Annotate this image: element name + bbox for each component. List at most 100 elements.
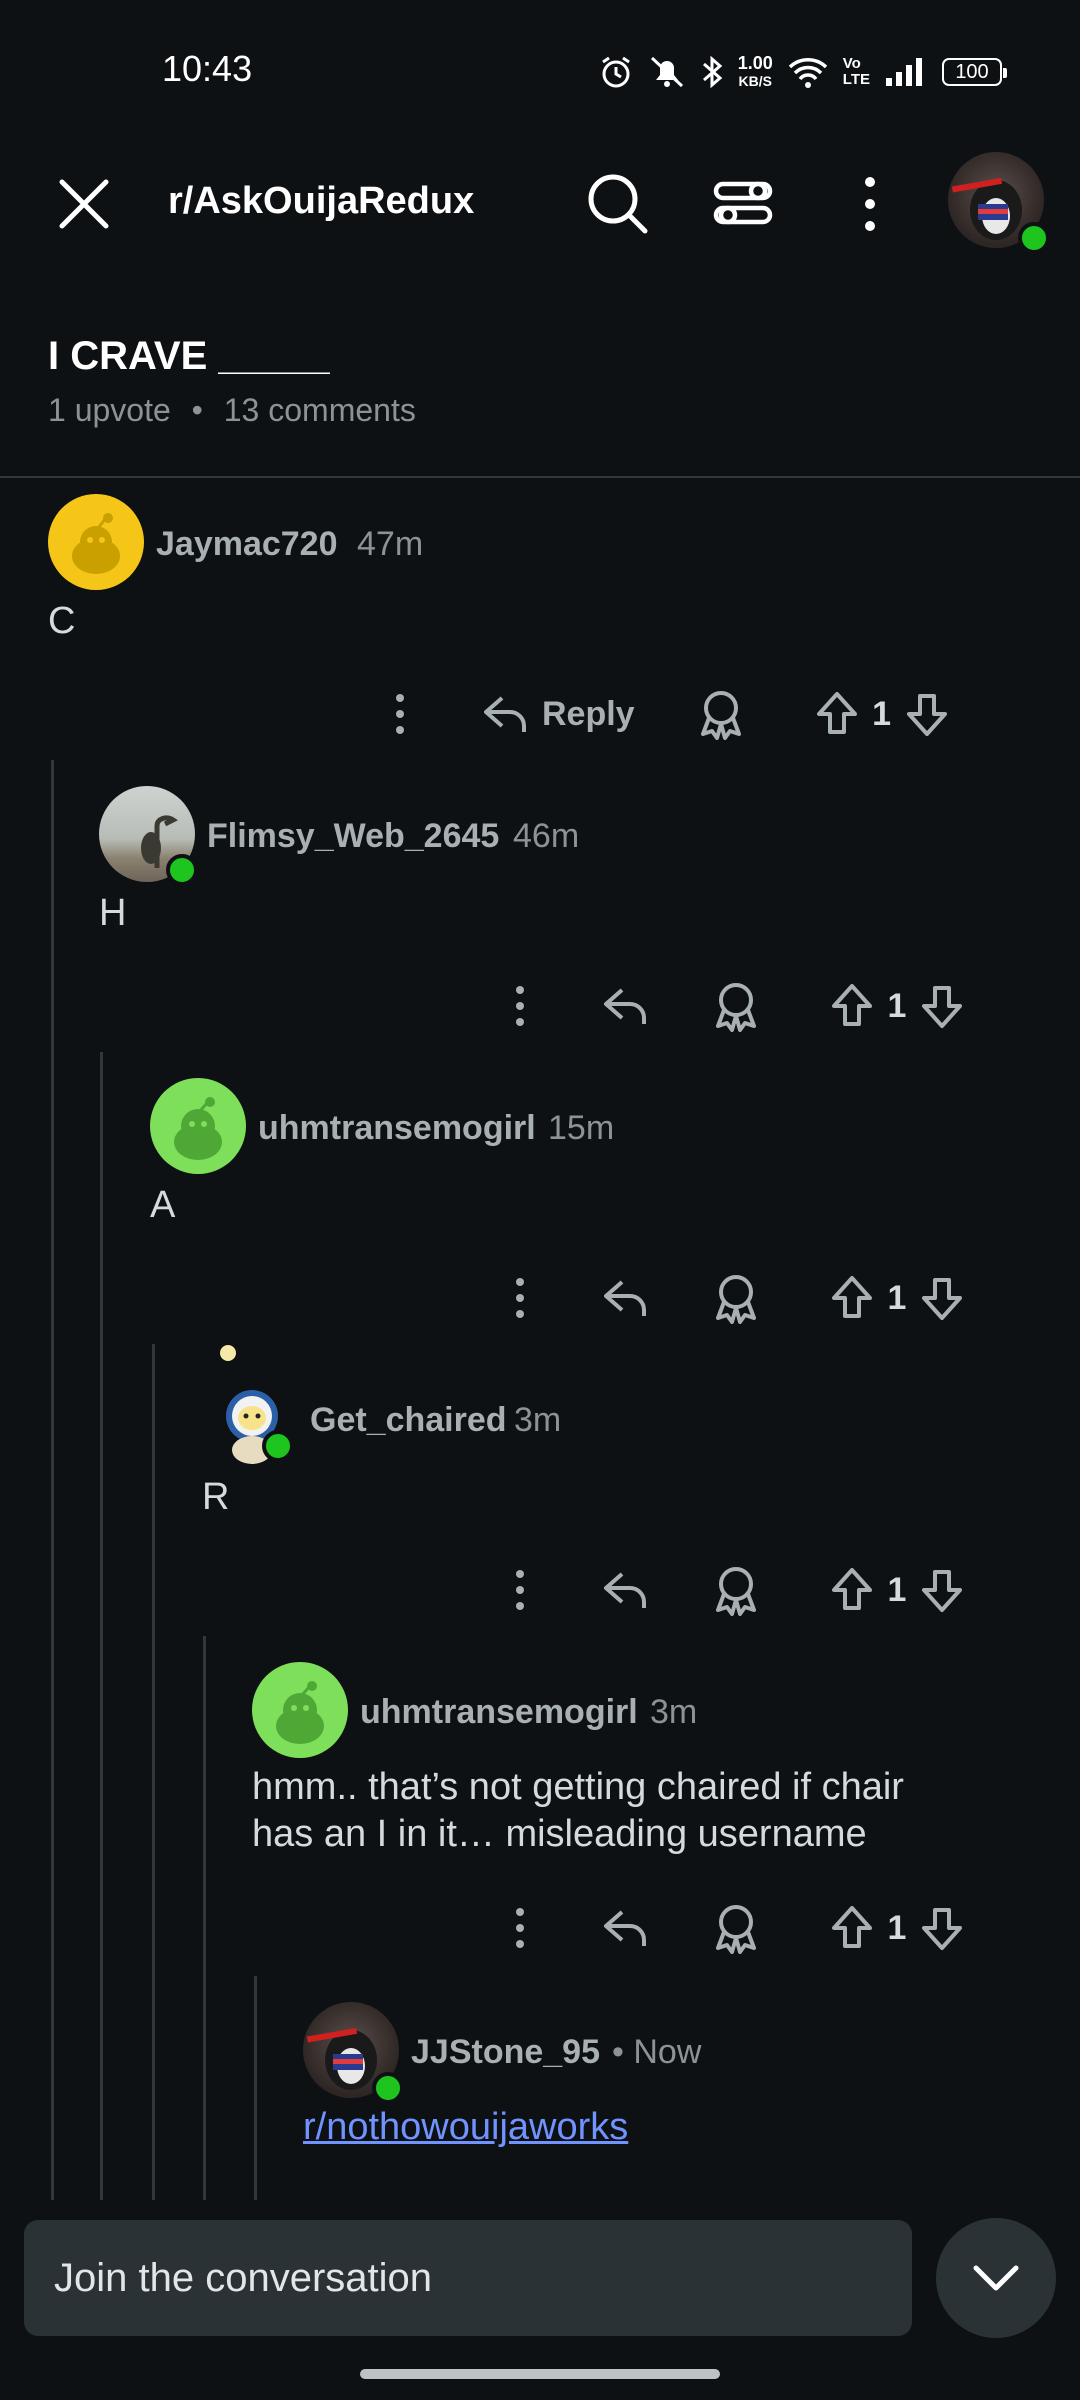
comment-age: 46m [513,817,580,855]
upvote-button[interactable] [828,1566,876,1614]
reply-button[interactable] [602,1904,650,1952]
thread-line [254,1976,257,2200]
comment-actions: 1 [500,1898,966,1958]
award-icon [716,1275,756,1324]
online-status-dot [262,1430,294,1462]
upvote-button[interactable] [828,982,876,1030]
comment-username[interactable]: uhmtransemogirl [360,1693,638,1732]
subreddit-name[interactable]: r/AskOuijaRedux [168,180,474,223]
award-button[interactable] [712,1272,760,1324]
more-vertical-icon [396,694,404,734]
more-options-button[interactable] [850,172,890,236]
downvote-icon [906,694,947,736]
avatar[interactable] [48,494,144,590]
award-button[interactable] [712,1564,760,1616]
upvote-icon [832,1276,872,1318]
thread-line [152,1344,155,2200]
snoo-antenna-decoration [220,1345,236,1361]
upvote-count: 1 upvote [48,392,171,428]
comment-actions: Reply 1 [380,684,951,744]
vote-count: 1 [887,1278,907,1317]
volte-indicator: Vo LTE [842,55,870,88]
upvote-icon [832,1906,872,1948]
reply-button[interactable]: Reply [482,690,635,738]
snoo-avatar-icon [72,513,120,574]
thread-line [51,760,54,2200]
comment-body: C [48,600,76,642]
upvote-button[interactable] [813,690,861,738]
comment-actions: 1 [500,1268,966,1328]
collapse-button[interactable] [936,2218,1056,2338]
reply-icon [604,988,646,1024]
reply-button[interactable] [602,1274,650,1322]
downvote-button[interactable] [918,1566,966,1614]
reply-button[interactable] [602,1566,650,1614]
online-status-dot [1018,222,1050,254]
close-button[interactable] [52,172,116,236]
reply-icon [604,1572,646,1608]
snoo-avatar-icon [276,1681,324,1744]
comment-username[interactable]: Flimsy_Web_2645 [207,817,499,856]
filter-button[interactable] [712,172,776,236]
status-time: 10:43 [162,48,253,89]
online-status-dot [372,2072,404,2104]
downvote-icon [922,1278,962,1320]
upvote-icon [832,984,872,1026]
comment-body: R [202,1476,230,1518]
more-options-button[interactable] [500,1906,540,1950]
downvote-button[interactable] [903,690,951,738]
upvote-icon [832,1568,872,1610]
subreddit-link[interactable]: r/nothowouijaworks [303,2106,628,2149]
search-icon [588,174,648,234]
upvote-button[interactable] [828,1904,876,1952]
alarm-icon [601,56,630,88]
vote-count: 1 [872,694,892,733]
downvote-button[interactable] [918,1274,966,1322]
thread-line [203,1636,206,2200]
downvote-icon [922,1570,962,1612]
mute-icon [650,56,683,88]
comment-username[interactable]: Jaymac720 [156,525,338,564]
downvote-button[interactable] [918,1904,966,1952]
upvote-button[interactable] [828,1274,876,1322]
signal-icon [886,58,922,86]
comment-actions: 1 [500,1560,966,1620]
reply-icon [604,1280,646,1316]
reply-button[interactable] [602,982,650,1030]
comment-age: 3m [650,1693,698,1731]
avatar[interactable] [252,1662,348,1758]
award-button[interactable] [697,688,745,740]
join-conversation-placeholder: Join the conversation [54,2255,433,2300]
more-vertical-icon [516,986,524,1026]
comment-username[interactable]: JJStone_95 [411,2033,600,2072]
comment-body: A [150,1184,176,1226]
more-vertical-icon [516,1278,524,1318]
award-icon [716,1905,756,1954]
wifi-icon [788,58,827,88]
join-conversation-input[interactable]: Join the conversation [24,2220,912,2336]
award-button[interactable] [712,1902,760,1954]
comment-username[interactable]: uhmtransemogirl [258,1109,536,1148]
more-options-button[interactable] [500,1568,540,1612]
thread-line [100,1052,103,2200]
downvote-button[interactable] [918,982,966,1030]
status-bar: 10:43 1.00 KB/S Vo LTE 100 [0,0,1080,140]
chevron-down-icon [973,2265,1019,2291]
net-speed-value: 1.00 [737,53,773,73]
search-button[interactable] [584,170,652,238]
vote-count: 1 [887,1908,907,1947]
filter-icon [713,181,773,225]
avatar[interactable] [150,1078,246,1174]
more-options-button[interactable] [500,984,540,1028]
home-indicator[interactable] [360,2369,720,2379]
vote-count: 1 [887,986,907,1025]
award-icon [716,1567,756,1616]
divider [0,476,1080,478]
award-button[interactable] [712,980,760,1032]
comment-username[interactable]: Get_chaired [310,1401,507,1440]
more-options-button[interactable] [500,1276,540,1320]
reply-icon [604,1910,646,1946]
bluetooth-icon [702,55,723,89]
more-options-button[interactable] [380,692,420,736]
net-speed-unit: KB/S [738,73,772,89]
